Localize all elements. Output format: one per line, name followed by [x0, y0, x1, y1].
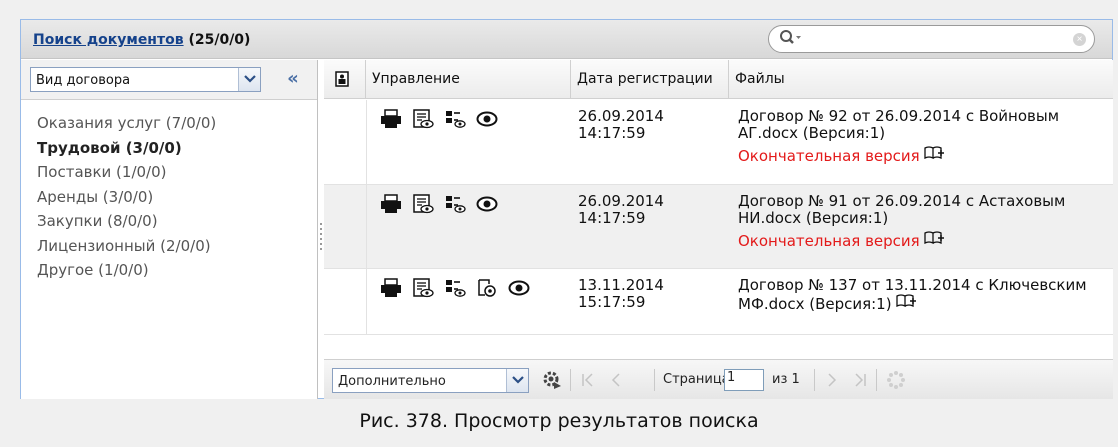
refresh-icon: [886, 370, 906, 390]
table-row[interactable]: 26.09.2014 14:17:59 Договор № 91 от 26.0…: [324, 185, 1113, 269]
last-page-icon: [850, 370, 870, 390]
search-box[interactable]: ×: [768, 25, 1095, 53]
final-version-status: Окончательная версия: [738, 147, 920, 165]
category-item[interactable]: Оказания услуг (7/0/0): [37, 114, 216, 139]
open-book-icon[interactable]: [895, 294, 916, 308]
eye-icon[interactable]: [508, 278, 530, 298]
registration-date: 13.11.2014 15:17:59: [578, 276, 664, 311]
view-document-icon[interactable]: [412, 278, 434, 298]
search-input[interactable]: [809, 30, 1059, 48]
eye-icon[interactable]: [476, 109, 498, 129]
search-panel: Поиск документов (25/0/0) × Вид договора…: [20, 19, 1113, 399]
open-book-icon[interactable]: [924, 146, 944, 160]
final-version-status: Окончательная версия: [738, 232, 920, 250]
figure-caption: Рис. 378. Просмотр результатов поиска: [359, 410, 759, 432]
file-cell: Договор № 91 от 26.09.2014 с Астаховым Н…: [738, 193, 1108, 250]
panel-header: Поиск документов (25/0/0) ×: [21, 20, 1112, 59]
attributes-icon[interactable]: [444, 194, 466, 214]
category-item[interactable]: Лицензионный (2/0/0): [37, 237, 216, 262]
category-item[interactable]: Закупки (8/0/0): [37, 212, 216, 237]
clear-search-icon[interactable]: ×: [1073, 33, 1086, 46]
view-document-icon[interactable]: [412, 194, 434, 214]
column-header-document-icon[interactable]: [324, 60, 366, 99]
column-header-date[interactable]: Дата регистрации: [571, 60, 729, 99]
contract-type-select[interactable]: Вид договора: [30, 67, 261, 92]
contract-type-value: Вид договора: [36, 73, 131, 88]
table-row[interactable]: 13.11.2014 15:17:59 Договор № 137 от 13.…: [324, 269, 1113, 335]
row-actions: [380, 109, 498, 129]
row-actions: [380, 194, 498, 214]
collapse-panel-button[interactable]: «: [282, 68, 304, 90]
next-page-icon: [822, 370, 842, 390]
additional-select-value: Дополнительно: [338, 374, 446, 389]
attributes-icon[interactable]: [444, 109, 466, 129]
registration-date: 26.09.2014 14:17:59: [578, 107, 664, 142]
search-documents-link[interactable]: Поиск документов: [33, 32, 184, 48]
print-icon[interactable]: [380, 194, 402, 214]
registration-date: 26.09.2014 14:17:59: [578, 192, 664, 227]
category-panel: Вид договора « Оказания услуг (7/0/0) Тр…: [21, 60, 318, 399]
column-header-files[interactable]: Файлы: [729, 60, 1113, 99]
table-row[interactable]: 26.09.2014 14:17:59 Договор № 92 от 26.0…: [324, 100, 1113, 185]
category-item[interactable]: Аренды (3/0/0): [37, 188, 216, 213]
file-link[interactable]: Договор № 91 от 26.09.2014 с Астаховым Н…: [738, 193, 1108, 227]
category-list: Оказания услуг (7/0/0) Трудовой (3/0/0) …: [37, 114, 216, 286]
open-book-icon[interactable]: [924, 231, 944, 245]
additional-select[interactable]: Дополнительно: [332, 368, 529, 393]
attributes-icon[interactable]: [444, 278, 466, 298]
category-item[interactable]: Поставки (1/0/0): [37, 163, 216, 188]
row-actions: [380, 278, 530, 298]
document-action-icon[interactable]: [476, 278, 498, 298]
previous-page-icon: [606, 370, 626, 390]
file-cell: Договор № 137 от 13.11.2014 с Ключевским…: [738, 277, 1108, 313]
column-header-manage[interactable]: Управление: [366, 60, 571, 99]
page-label: Страница: [663, 372, 730, 387]
settings-gear-icon[interactable]: [542, 370, 562, 390]
print-icon[interactable]: [380, 109, 402, 129]
chevron-down-icon[interactable]: [506, 369, 528, 392]
category-item-active[interactable]: Трудовой (3/0/0): [37, 139, 216, 164]
eye-icon[interactable]: [476, 194, 498, 214]
result-count: (25/0/0): [183, 32, 251, 48]
category-item[interactable]: Другое (1/0/0): [37, 261, 216, 286]
file-link[interactable]: Договор № 92 от 26.09.2014 с Войновым АГ…: [738, 108, 1108, 142]
category-toolbar: Вид договора «: [21, 60, 317, 100]
page-number-input[interactable]: 1: [724, 369, 764, 391]
paging-toolbar: Дополнительно Страница 1 из 1: [324, 359, 1113, 399]
page-title: Поиск документов (25/0/0): [33, 32, 250, 48]
search-icon[interactable]: [779, 28, 803, 50]
file-cell: Договор № 92 от 26.09.2014 с Войновым АГ…: [738, 108, 1108, 165]
print-icon[interactable]: [380, 278, 402, 298]
view-document-icon[interactable]: [412, 109, 434, 129]
grid-header: Управление Дата регистрации Файлы: [324, 60, 1113, 99]
results-grid: Управление Дата регистрации Файлы 26.09.…: [324, 60, 1113, 399]
first-page-icon: [578, 370, 598, 390]
chevron-down-icon[interactable]: [238, 68, 260, 91]
page-total: из 1: [772, 372, 800, 387]
